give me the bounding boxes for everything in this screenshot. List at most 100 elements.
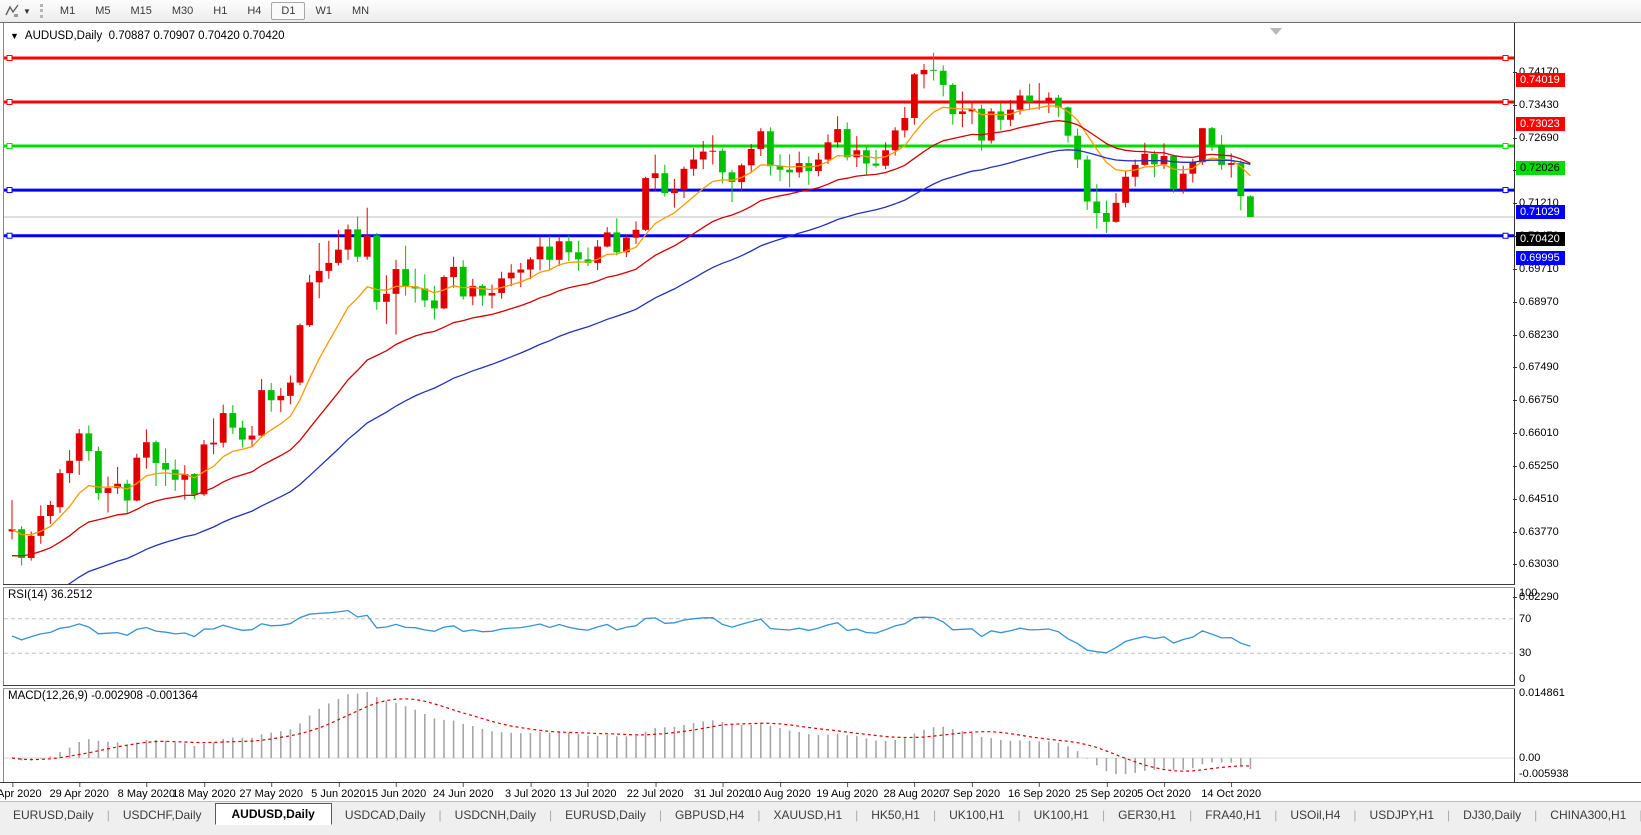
candle <box>37 505 44 543</box>
candle <box>556 236 563 266</box>
chart-tab-usdjpy[interactable]: USDJPY,H1 <box>1357 805 1447 825</box>
date-axis-label: 5 Oct 2020 <box>1137 788 1191 800</box>
candle <box>1036 83 1043 110</box>
tick-mark <box>1513 138 1517 139</box>
chart-tab-audusd[interactable]: AUDUSD,Daily <box>215 803 332 825</box>
timeframe-button-m5[interactable]: M5 <box>85 2 120 20</box>
candle <box>1026 84 1033 111</box>
candle <box>1199 128 1206 165</box>
date-tick-mark <box>1231 783 1232 787</box>
chart-tab-fra40[interactable]: FRA40,H1 <box>1192 805 1274 825</box>
date-axis-label: 25 Sep 2020 <box>1075 788 1137 800</box>
timeframe-button-m30[interactable]: M30 <box>162 2 203 20</box>
date-axis-label: 28 Aug 2020 <box>883 788 945 800</box>
timeframe-button-m1[interactable]: M1 <box>50 2 85 20</box>
tick-mark <box>1513 400 1517 401</box>
timeframe-toolbar: ▼ M1M5M15M30H1H4D1W1MN <box>0 0 1641 23</box>
candle <box>28 531 35 560</box>
level-price-badge: 0.72026 <box>1516 161 1565 175</box>
candle <box>133 454 140 502</box>
candle <box>949 83 956 125</box>
tick-mark <box>1513 105 1517 106</box>
candle <box>604 227 611 247</box>
chart-tab-china300[interactable]: CHINA300,H1 <box>1537 805 1639 825</box>
candle <box>1103 201 1110 233</box>
rsi-label: RSI(14) 36.2512 <box>8 589 92 601</box>
candle <box>124 480 131 513</box>
tick-mark <box>1513 367 1517 368</box>
macd-label: MACD(12,26,9) -0.002908 -0.001364 <box>8 690 198 702</box>
timeframe-button-d1[interactable]: D1 <box>271 2 305 20</box>
chart-tab-hk50[interactable]: HK50,H1 <box>858 805 933 825</box>
chart-tab-uk100[interactable]: UK100,H1 <box>936 805 1017 825</box>
chart-tab-gbpusd[interactable]: GBPUSD,H4 <box>662 805 757 825</box>
candle <box>229 405 236 434</box>
ma-slow-line <box>12 150 1250 584</box>
timeframe-button-w1[interactable]: W1 <box>305 2 342 20</box>
price-axis-tick: 0.68970 <box>1519 296 1559 308</box>
rsi-panel[interactable] <box>4 586 1514 685</box>
status-strip <box>0 826 1641 835</box>
chart-tab-eurusd[interactable]: EURUSD,Daily <box>0 805 107 825</box>
toolbar-grip[interactable] <box>40 4 43 18</box>
line-handle <box>7 99 12 104</box>
date-axis[interactable]: 20 Apr 202029 Apr 20208 May 202018 May 2… <box>0 782 1641 803</box>
candle <box>969 102 976 124</box>
timeframe-button-h1[interactable]: H1 <box>203 2 237 20</box>
mt4-platform-window: ▼ M1M5M15M30H1H4D1W1MN ▼AUDUSD,Daily 0.7… <box>0 0 1641 835</box>
chart-line-tool-icon[interactable] <box>2 2 22 20</box>
timeframe-button-m15[interactable]: M15 <box>120 2 161 20</box>
candle <box>66 450 73 483</box>
candle <box>220 405 227 448</box>
candle <box>489 285 496 309</box>
candle <box>373 233 380 310</box>
date-axis-label: 24 Jun 2020 <box>433 788 494 800</box>
candle <box>805 156 812 184</box>
timeframe-button-h4[interactable]: H4 <box>237 2 271 20</box>
main-price-chart[interactable] <box>4 27 1514 584</box>
timeframe-button-mn[interactable]: MN <box>342 2 379 20</box>
chart-tab-ger30[interactable]: GER30,H1 <box>1105 805 1189 825</box>
date-tick-mark <box>338 783 339 787</box>
chart-window: ▼AUDUSD,Daily 0.70887 0.70907 0.70420 0.… <box>0 22 1641 801</box>
candle <box>748 144 755 173</box>
date-axis-label: 31 Jul 2020 <box>694 788 751 800</box>
candle <box>777 154 784 181</box>
candle <box>1151 151 1158 178</box>
candle <box>844 122 851 160</box>
candle <box>431 286 438 320</box>
chart-tab-dj30[interactable]: DJ30,Daily <box>1450 805 1534 825</box>
chart-tab-eurusd[interactable]: EURUSD,Daily <box>552 805 659 825</box>
tick-mark <box>1513 433 1517 434</box>
chart-tab-bar: EURUSD,Daily|USDCHF,DailyAUDUSD,DailyUSD… <box>0 801 1641 827</box>
date-axis-label: 19 Aug 2020 <box>816 788 878 800</box>
candle <box>585 247 592 266</box>
price-axis-tick: 0.65250 <box>1519 460 1559 472</box>
chart-tool-dropdown-icon[interactable]: ▼ <box>22 7 36 16</box>
candle <box>95 447 102 500</box>
chart-tab-usoil[interactable]: USOil,H4 <box>1277 805 1353 825</box>
candle <box>143 429 150 468</box>
candle <box>18 526 25 565</box>
candle <box>57 469 64 513</box>
macd-panel[interactable] <box>4 687 1514 782</box>
chart-tab-usdcad[interactable]: USDCAD,Daily <box>332 805 439 825</box>
candle <box>786 154 793 187</box>
candle <box>546 236 553 270</box>
candle <box>9 500 16 539</box>
candle <box>345 224 352 259</box>
chart-tab-usdchf[interactable]: USDCHF,Daily <box>110 805 215 825</box>
candle <box>239 421 246 448</box>
chart-tab-usdcnh[interactable]: USDCNH,Daily <box>442 805 549 825</box>
candle <box>114 467 121 494</box>
tick-mark <box>1513 597 1517 598</box>
candle <box>316 243 323 298</box>
candle <box>613 218 620 255</box>
candle <box>537 236 544 270</box>
date-tick-mark <box>463 783 464 787</box>
candle <box>997 103 1004 130</box>
rsi-axis-label: 70 <box>1519 613 1531 625</box>
chart-tab-xauusd[interactable]: XAUUSD,H1 <box>760 805 855 825</box>
chart-tab-uk100[interactable]: UK100,H1 <box>1021 805 1102 825</box>
candle <box>671 179 678 208</box>
